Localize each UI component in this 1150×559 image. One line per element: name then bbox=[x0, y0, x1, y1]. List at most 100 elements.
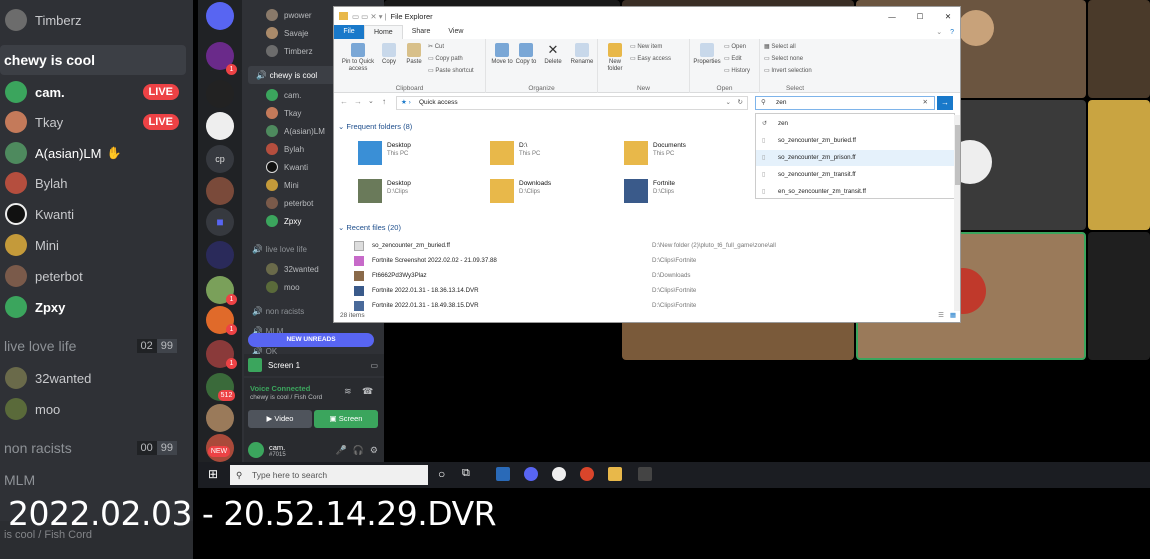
folder-item[interactable]: Fortnite D:\Clips bbox=[624, 179, 744, 209]
scrollbar-thumb[interactable] bbox=[955, 125, 960, 185]
new-unreads-button[interactable]: NEW UNREADS bbox=[248, 333, 374, 347]
folder-icon[interactable]: ■ bbox=[206, 208, 234, 236]
popout-icon[interactable]: ▭ bbox=[370, 361, 378, 370]
new-folder-button[interactable]: New folder bbox=[602, 43, 628, 73]
recent-files-header[interactable]: ⌄ Recent files (20) bbox=[338, 223, 401, 232]
pin-button[interactable]: Pin to Quick access bbox=[338, 43, 378, 73]
frequent-folders-header[interactable]: ⌄ Frequent folders (8) bbox=[338, 122, 412, 131]
server-icon[interactable] bbox=[206, 404, 234, 432]
tab-share[interactable]: Share bbox=[403, 25, 440, 39]
member-row[interactable]: A(asian)LM ✋ bbox=[0, 138, 193, 168]
delete-button[interactable]: ✕ Delete bbox=[540, 43, 566, 66]
suggestion-item[interactable]: ↺ zen bbox=[756, 116, 956, 132]
move-to-button[interactable]: Move to bbox=[490, 43, 514, 66]
noise-suppression-icon[interactable]: ≋ bbox=[344, 386, 352, 397]
search-go-button[interactable]: → bbox=[937, 96, 953, 110]
tab-view[interactable]: View bbox=[439, 25, 472, 39]
address-input[interactable]: ★ › Quick access ⌄ ↻ bbox=[396, 96, 748, 110]
suggestion-item[interactable]: ▯ so_zencounter_zm_buried.ff bbox=[756, 133, 956, 149]
member-row[interactable]: moo bbox=[0, 394, 193, 424]
history-button[interactable]: ▭ History bbox=[724, 67, 750, 74]
file-row[interactable]: Ft6662Pd3Wy3Plaz D:\Downloads bbox=[350, 269, 910, 283]
server-icon[interactable] bbox=[206, 112, 234, 140]
clear-icon[interactable]: ✕ bbox=[923, 97, 928, 109]
folder-item[interactable]: Downloads D:\Clips bbox=[490, 179, 610, 209]
video-button[interactable]: ▶ Video bbox=[248, 410, 312, 428]
open-button[interactable]: ▭ Open bbox=[724, 43, 746, 50]
chevron-down-icon[interactable]: ⌄ bbox=[368, 97, 374, 105]
folder-item[interactable]: Documents This PC bbox=[624, 141, 744, 171]
member-row[interactable]: Kwanti bbox=[0, 199, 193, 229]
copy-path-button[interactable]: ▭ Copy path bbox=[428, 55, 463, 62]
server-icon[interactable] bbox=[206, 80, 234, 108]
cut-button[interactable]: ✂ Cut bbox=[428, 43, 444, 50]
help-icon[interactable]: ? bbox=[950, 29, 954, 36]
rename-button[interactable]: Rename bbox=[568, 43, 596, 66]
search-input[interactable]: ⚲ zen ✕ bbox=[755, 96, 935, 110]
file-row[interactable]: so_zencounter_zm_buried.ff D:\New folder … bbox=[350, 239, 910, 253]
member-row[interactable]: Mini bbox=[0, 230, 193, 260]
app-icon[interactable] bbox=[638, 467, 652, 481]
up-arrow-icon[interactable]: ↑ bbox=[382, 97, 386, 106]
voice-channel-nonracists[interactable]: non racists 00 99 bbox=[0, 433, 193, 463]
member-row[interactable]: peterbot bbox=[0, 261, 193, 291]
quick-access-toolbar-icon[interactable]: ▭ ▭ ✕ ▾ | bbox=[352, 12, 387, 21]
copy-button[interactable]: Copy bbox=[378, 43, 400, 66]
taskbar-search-input[interactable]: ⚲ Type here to search bbox=[230, 465, 428, 485]
suggestion-item[interactable]: ▯ so_zencounter_zm_prison.ff bbox=[756, 150, 956, 166]
suggestion-item[interactable]: ▯ so_zencounter_zm_transit.ff bbox=[756, 167, 956, 183]
scrollbar[interactable] bbox=[954, 115, 960, 311]
close-icon[interactable]: ✕ bbox=[934, 12, 960, 21]
copy-to-button[interactable]: Copy to bbox=[514, 43, 538, 66]
voice-channel-mlm[interactable]: MLM bbox=[0, 465, 193, 495]
file-row[interactable]: Fortnite Screenshot 2022.02.02 - 21.09.3… bbox=[350, 254, 910, 268]
folder-item[interactable]: D:\ This PC bbox=[490, 141, 610, 171]
mic-icon[interactable]: 🎤 bbox=[335, 445, 346, 456]
voice-channel-chewy[interactable]: chewy is cool bbox=[0, 45, 186, 75]
edit-button[interactable]: ▭ Edit bbox=[724, 55, 742, 62]
select-all-button[interactable]: ▦ Select all bbox=[764, 43, 796, 50]
app-icon[interactable] bbox=[496, 467, 510, 481]
tiles-view-icon[interactable]: ▦ bbox=[950, 310, 956, 322]
back-arrow-icon[interactable]: ← bbox=[340, 97, 348, 106]
server-icon[interactable] bbox=[206, 177, 234, 205]
properties-button[interactable]: Properties bbox=[692, 43, 722, 66]
chrome-icon[interactable] bbox=[580, 467, 594, 481]
tab-home[interactable]: Home bbox=[364, 25, 403, 39]
chevron-down-icon[interactable]: ⌄ bbox=[726, 97, 731, 109]
disconnect-icon[interactable]: ☎ bbox=[362, 386, 373, 397]
tab-file[interactable]: File bbox=[334, 25, 364, 39]
avatar[interactable] bbox=[248, 442, 264, 458]
server-icon[interactable] bbox=[206, 241, 234, 269]
video-tile[interactable] bbox=[1088, 0, 1150, 98]
forward-arrow-icon[interactable]: → bbox=[354, 97, 362, 106]
windows-start-icon[interactable]: ⊞ bbox=[208, 467, 218, 481]
screen-button[interactable]: ▣ Screen bbox=[314, 410, 378, 428]
details-view-icon[interactable]: ☰ bbox=[938, 310, 944, 322]
task-view-icon[interactable]: ⧉ bbox=[462, 467, 470, 480]
paste-shortcut-button[interactable]: ▭ Paste shortcut bbox=[428, 67, 474, 74]
minimize-icon[interactable]: — bbox=[878, 12, 906, 21]
member-row[interactable]: 32wanted bbox=[0, 363, 193, 393]
refresh-icon[interactable]: ↻ bbox=[738, 97, 743, 109]
video-tile[interactable] bbox=[1088, 232, 1150, 360]
gear-icon[interactable]: ⚙ bbox=[370, 445, 378, 456]
select-none-button[interactable]: ▭ Select none bbox=[764, 55, 803, 62]
discord-icon[interactable] bbox=[524, 467, 538, 481]
new-item-button[interactable]: ▭ New item bbox=[630, 43, 662, 50]
voice-channel-live[interactable]: live love life 02 99 bbox=[0, 331, 193, 361]
server-icon[interactable]: cp bbox=[206, 145, 234, 173]
member-row[interactable]: Bylah bbox=[0, 168, 193, 198]
suggestion-item[interactable]: ▯ en_so_zencounter_zm_transit.ff bbox=[756, 184, 956, 200]
chevron-down-icon[interactable]: ⌄ bbox=[936, 28, 942, 36]
cortana-icon[interactable]: ○ bbox=[438, 467, 445, 481]
member-row[interactable]: Zpxy bbox=[0, 292, 193, 322]
headphones-icon[interactable]: 🎧 bbox=[353, 445, 364, 456]
easy-access-button[interactable]: ▭ Easy access bbox=[630, 55, 671, 62]
file-row[interactable]: Fortnite 2022.01.31 - 18.36.13.14.DVR D:\… bbox=[350, 284, 910, 298]
member-row[interactable]: Tkay LIVE bbox=[0, 107, 193, 137]
invert-selection-button[interactable]: ▭ Invert selection bbox=[764, 67, 812, 74]
member-row[interactable]: cam. LIVE bbox=[0, 77, 193, 107]
folder-item[interactable]: Desktop This PC bbox=[358, 141, 478, 171]
paste-button[interactable]: Paste bbox=[402, 43, 426, 66]
